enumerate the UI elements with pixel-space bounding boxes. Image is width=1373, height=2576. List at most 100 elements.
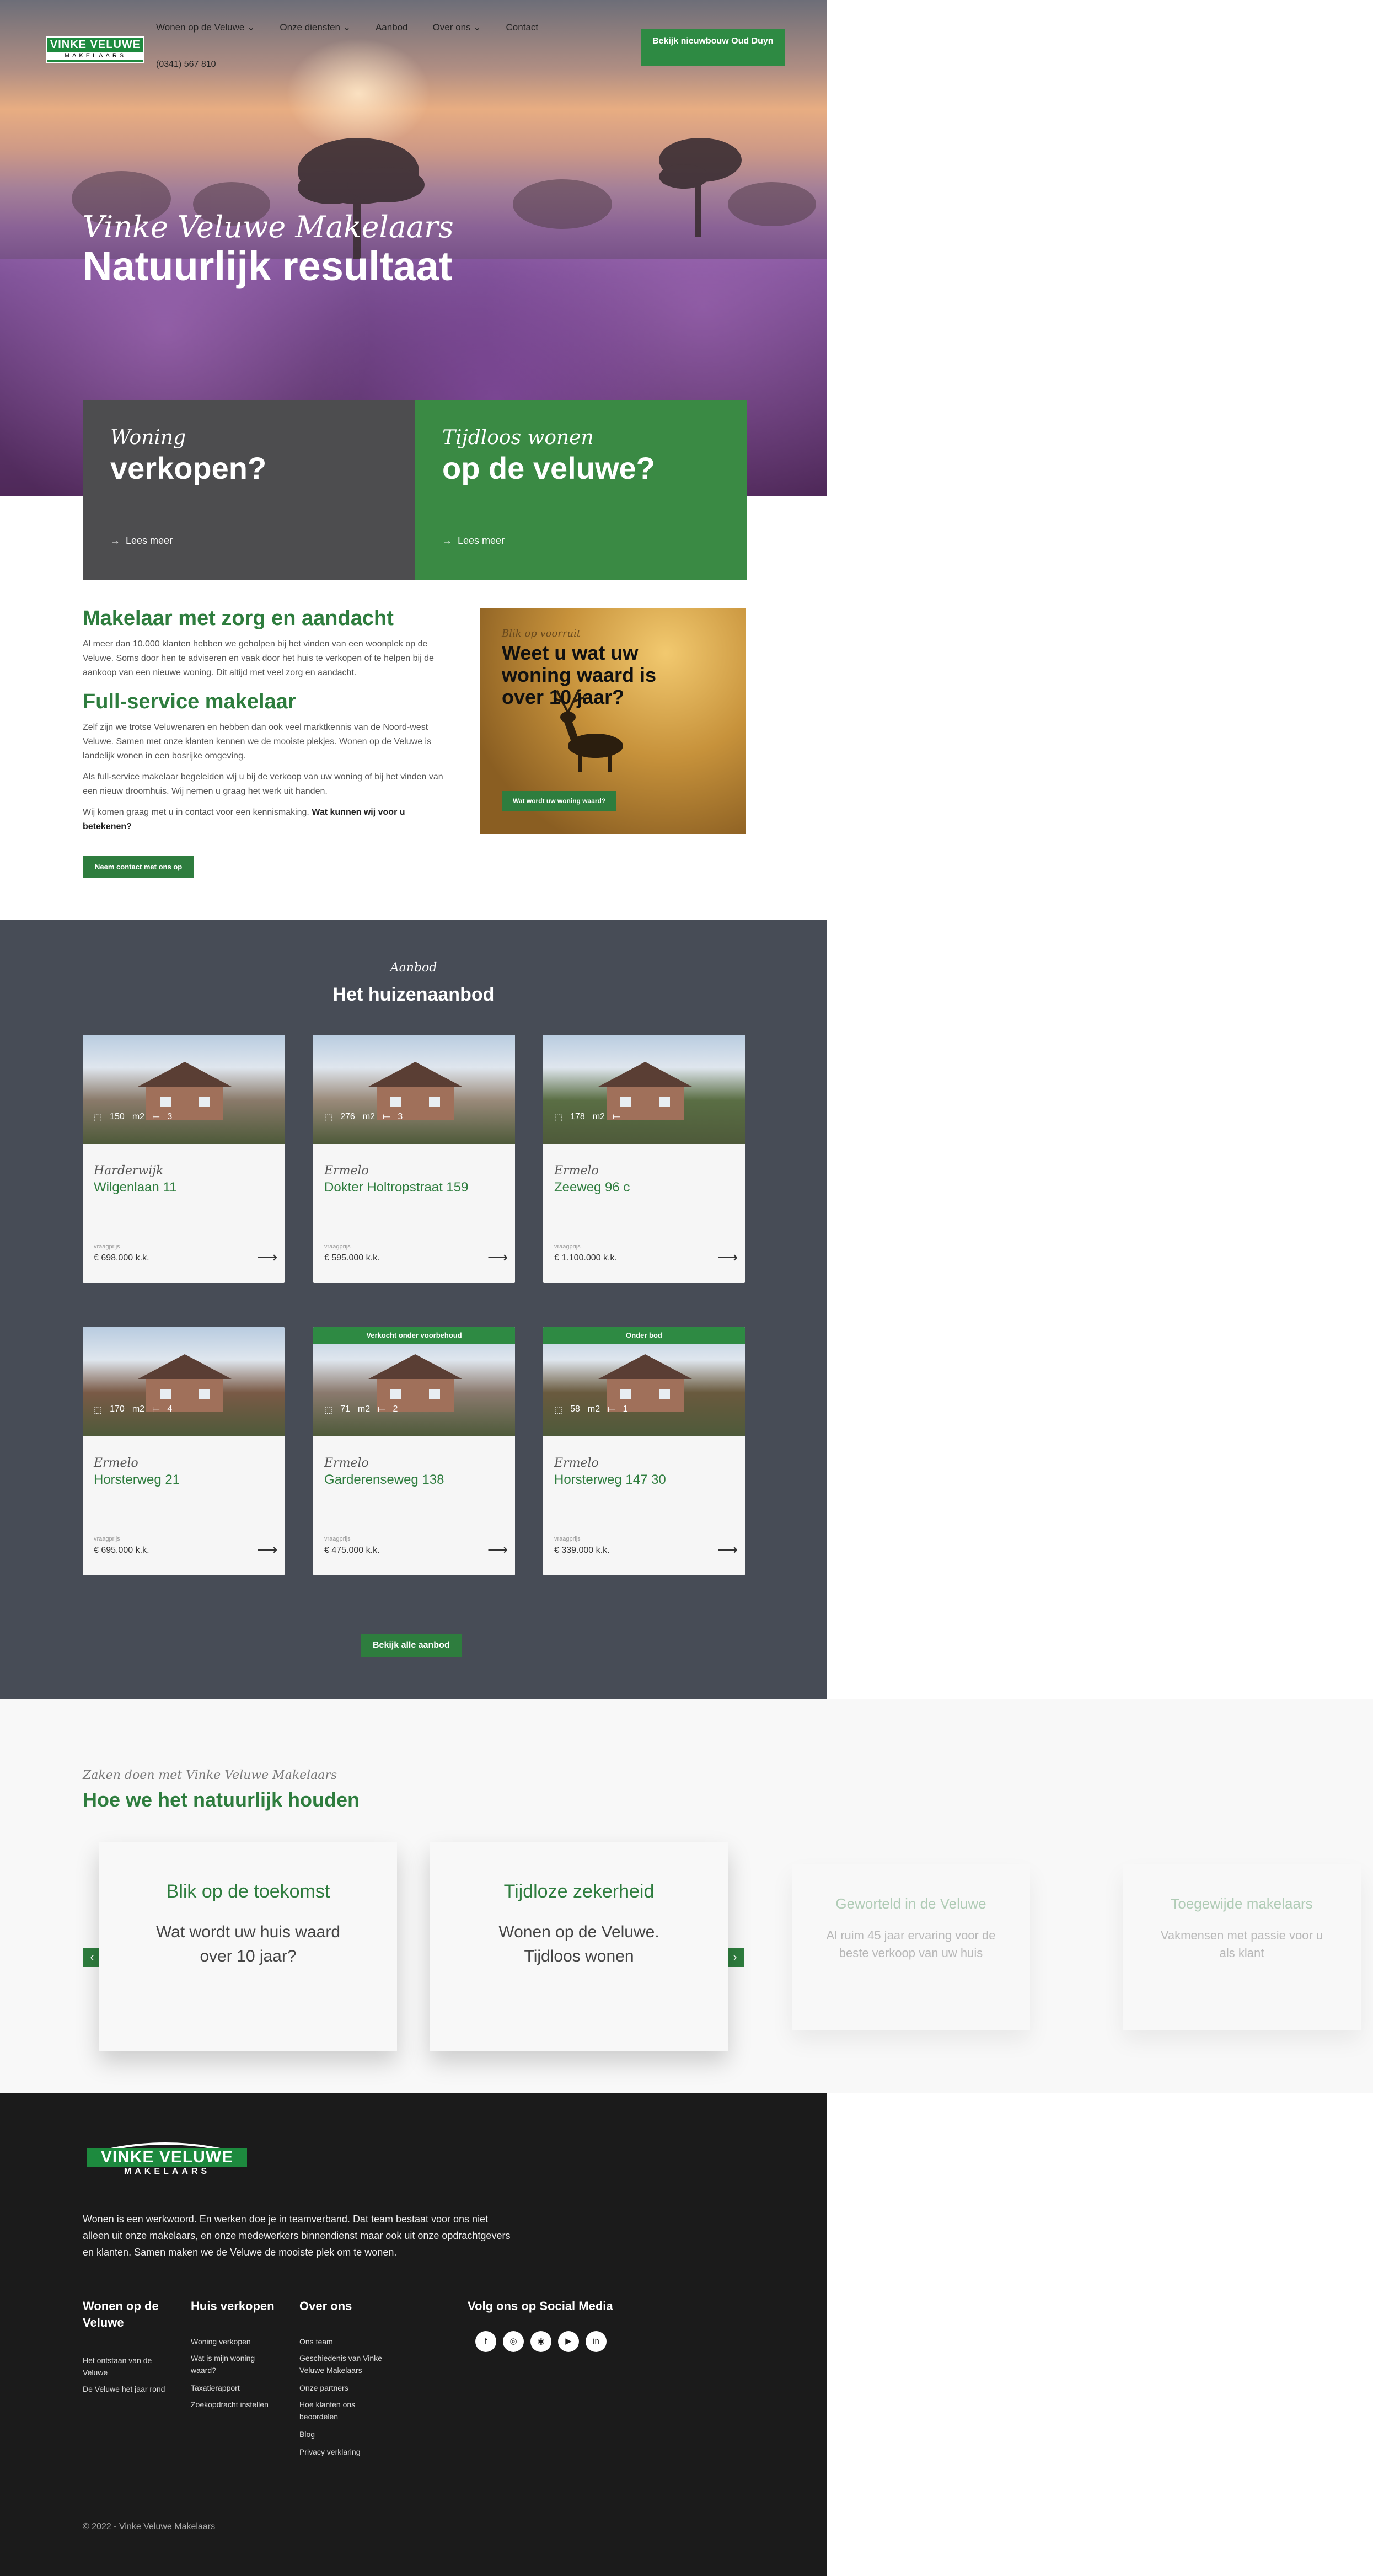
arrow-right-icon[interactable]: ⟶: [257, 1249, 277, 1266]
rooms-value: 1: [623, 1404, 628, 1414]
property-card[interactable]: Verkocht onder voorbehoud ⬚ 71 m2 ⟝ 2 Ermelo Ga…: [313, 1327, 515, 1575]
social-icons: f ◎ ◉ ▶ in: [475, 2331, 613, 2352]
vraagprijs-label: vraagprijs: [554, 1536, 581, 1542]
carousel-card[interactable]: Tijdloze zekerheid Wonen op de Veluwe. T…: [430, 1842, 728, 2051]
house-illustration: [368, 1354, 462, 1412]
bed-icon: ⟝: [383, 1112, 390, 1121]
footer-link[interactable]: Ons team: [299, 2335, 333, 2348]
nav-item-aanbod[interactable]: Aanbod: [376, 22, 408, 33]
nieuwbouw-button[interactable]: Bekijk nieuwbouw Oud Duyn: [641, 29, 785, 66]
property-price: € 698.000 k.k.: [94, 1253, 149, 1263]
property-photo: ⬚ 276 m2 ⟝ 3: [313, 1035, 515, 1144]
phone-number[interactable]: (0341) 567 810: [156, 60, 216, 70]
about-paragraph: Al meer dan 10.000 klanten hebben we geh…: [83, 639, 434, 677]
rooms-value: 3: [167, 1112, 173, 1121]
site-logo[interactable]: VINKE VELUWE MAKELAARS: [46, 36, 144, 63]
property-photo: ⬚ 178 m2 ⟝: [543, 1035, 745, 1144]
lees-meer-link[interactable]: → Lees meer: [110, 535, 173, 547]
footer-link[interactable]: Blog: [299, 2428, 315, 2440]
arrow-right-icon[interactable]: ⟶: [717, 1249, 738, 1266]
house-illustration: [598, 1062, 692, 1120]
logo-subtext: MAKELAARS: [124, 2167, 211, 2176]
nav-item-diensten[interactable]: Onze diensten ⌄: [280, 22, 351, 33]
property-price: € 695.000 k.k.: [94, 1546, 149, 1555]
arrow-right-icon[interactable]: ⟶: [487, 1249, 508, 1266]
vraagprijs-label: vraagprijs: [554, 1243, 581, 1250]
aanbod-subtitle: Aanbod: [390, 961, 437, 975]
hero-subtitle: Vinke Veluwe Makelaars: [83, 210, 454, 244]
property-stats: ⬚ 178 m2 ⟝: [554, 1112, 627, 1123]
footer-col-heading: Wonen op de Veluwe: [83, 2299, 159, 2329]
property-stats: ⬚ 276 m2 ⟝ 3: [324, 1112, 403, 1123]
carousel-card[interactable]: Blik op de toekomst Wat wordt uw huis wa…: [99, 1842, 397, 2051]
vraagprijs-label: vraagprijs: [94, 1536, 120, 1542]
footer-intro: Wonen is een werkwoord. En werken doe je…: [83, 2214, 511, 2258]
linkedin-icon[interactable]: in: [586, 2331, 607, 2352]
footer-link[interactable]: De Veluwe het jaar rond: [83, 2383, 171, 2395]
lees-meer-link[interactable]: → Lees meer: [442, 535, 505, 547]
box-subtitle: Tijdloos wonen: [442, 426, 594, 449]
area-icon: ⬚: [554, 1405, 563, 1415]
footer-link[interactable]: Zoekopdracht instellen: [191, 2398, 269, 2411]
carousel-card[interactable]: Toegewijde makelaars Vakmensen met passi…: [1123, 1864, 1361, 2030]
box-tijdloos-wonen[interactable]: Tijdloos wonen op de veluwe? → Lees meer: [415, 400, 747, 580]
property-photo: ⬚ 170 m2 ⟝ 4: [83, 1327, 285, 1436]
footer-link[interactable]: Wat is mijn woning waard?: [191, 2352, 279, 2376]
footer: VINKE VELUWE MAKELAARS Wonen is een werk…: [0, 2093, 827, 2576]
area-unit: m2: [132, 1112, 145, 1121]
property-card[interactable]: ⬚ 150 m2 ⟝ 3 Harderwijk Wilgenlaan 11 vraagprij…: [83, 1035, 285, 1283]
footer-link[interactable]: Het ontstaan van de Veluwe: [83, 2354, 171, 2379]
carousel-next-button[interactable]: ›: [726, 1948, 744, 1967]
promo-button[interactable]: Wat wordt uw woning waard?: [502, 791, 617, 811]
arrow-right-icon[interactable]: ⟶: [717, 1541, 738, 1558]
house-illustration: [368, 1062, 462, 1120]
footer-link[interactable]: Onze partners: [299, 2382, 348, 2394]
property-card[interactable]: ⬚ 276 m2 ⟝ 3 Ermelo Dokter Holtropstraat 159 vr…: [313, 1035, 515, 1283]
youtube-icon[interactable]: ▶: [558, 2331, 579, 2352]
tripadvisor-icon[interactable]: ◉: [530, 2331, 551, 2352]
instagram-icon[interactable]: ◎: [503, 2331, 524, 2352]
carousel-prev-button[interactable]: ‹: [83, 1948, 101, 1967]
about-paragraph: Wij komen graag met u in contact voor ee…: [83, 808, 405, 831]
box-subtitle: Woning: [110, 426, 186, 449]
property-street: Horsterweg 147 30: [554, 1472, 666, 1487]
about-paragraph: Zelf zijn we trotse Veluwenaren en hebbe…: [83, 723, 432, 761]
status-badge: Verkocht onder voorbehoud: [313, 1327, 515, 1344]
vraagprijs-label: vraagprijs: [324, 1536, 351, 1542]
rooms-value: 4: [167, 1404, 173, 1414]
bed-icon: ⟝: [613, 1112, 620, 1121]
property-card[interactable]: ⬚ 170 m2 ⟝ 4 Ermelo Horsterweg 21 vraagprijs € 6…: [83, 1327, 285, 1575]
about-paragraph: Als full-service makelaar begeleiden wij…: [83, 772, 443, 796]
property-card[interactable]: Onder bod ⬚ 58 m2 ⟝ 1 Ermelo Horsterweg 147 30 v…: [543, 1327, 745, 1575]
area-icon: ⬚: [94, 1113, 103, 1123]
property-card[interactable]: ⬚ 178 m2 ⟝ Ermelo Zeeweg 96 c vraagprijs € 1.10…: [543, 1035, 745, 1283]
social-heading: Volg ons op Social Media: [468, 2299, 613, 2313]
area-icon: ⬚: [324, 1113, 333, 1123]
promo-card[interactable]: Blik op voorruit Weet u wat uw woning wa…: [480, 608, 746, 834]
property-city: Ermelo: [324, 1456, 369, 1470]
nav-item-over-ons[interactable]: Over ons ⌄: [433, 22, 481, 33]
nav-item-contact[interactable]: Contact: [506, 22, 539, 33]
status-badge: Onder bod: [543, 1327, 745, 1344]
fullservice-heading: Full-service makelaar: [83, 690, 296, 713]
facebook-icon[interactable]: f: [475, 2331, 496, 2352]
logo-text: VINKE VELUWE: [87, 2148, 247, 2167]
nav-item-wonen[interactable]: Wonen op de Veluwe ⌄: [156, 22, 255, 33]
footer-link[interactable]: Privacy verklaring: [299, 2446, 360, 2458]
alle-aanbod-button[interactable]: Bekijk alle aanbod: [361, 1634, 462, 1657]
arrow-right-icon[interactable]: ⟶: [257, 1541, 277, 1558]
footer-link[interactable]: Taxatierapport: [191, 2382, 240, 2394]
carousel-card-text: Wonen op de Veluwe. Tijdloos wonen: [498, 1923, 659, 1965]
about-heading: Makelaar met zorg en aandacht: [83, 607, 394, 630]
footer-logo[interactable]: VINKE VELUWE MAKELAARS: [83, 2138, 249, 2178]
footer-link[interactable]: Geschiedenis van Vinke Veluwe Makelaars: [299, 2352, 399, 2376]
promo-subtitle: Blik op voorruit: [502, 628, 581, 639]
area-value: 58: [570, 1404, 580, 1414]
carousel-card[interactable]: Geworteld in de Veluwe Al ruim 45 jaar e…: [792, 1864, 1030, 2030]
contact-button[interactable]: Neem contact met ons op: [83, 856, 195, 878]
footer-link[interactable]: Hoe klanten ons beoordelen: [299, 2398, 393, 2423]
box-woning-verkopen[interactable]: Woning verkopen? → Lees meer: [83, 400, 415, 580]
arrow-right-icon[interactable]: ⟶: [487, 1541, 508, 1558]
aanbod-section: Aanbod Het huizenaanbod ⬚ 150 m2 ⟝ 3 Harderwi…: [0, 920, 827, 1699]
footer-link[interactable]: Woning verkopen: [191, 2335, 251, 2348]
